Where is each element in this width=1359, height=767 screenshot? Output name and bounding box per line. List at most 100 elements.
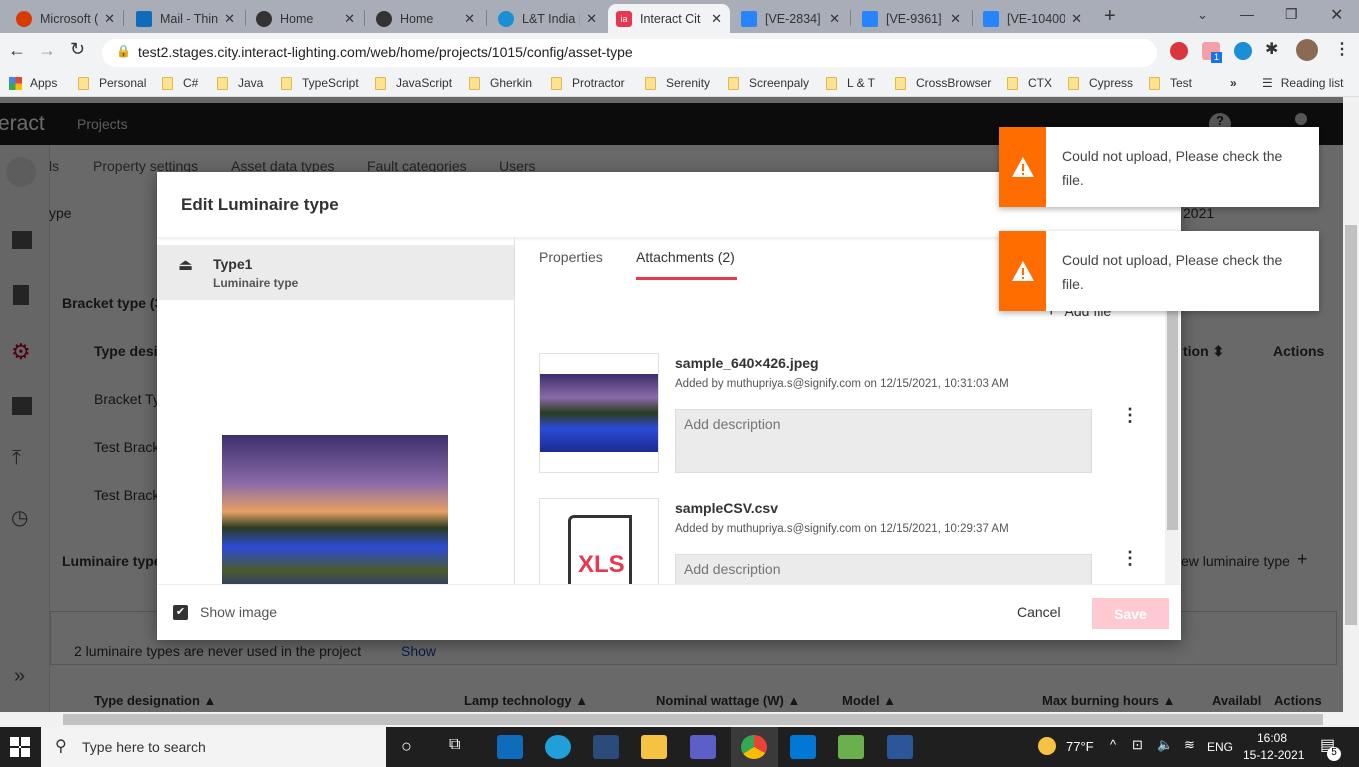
column-header[interactable]: Nominal wattage (W) ▲ — [656, 693, 842, 708]
bookmark-folder[interactable]: Gherkin — [469, 76, 532, 90]
show-image-checkbox[interactable]: ✔ — [173, 605, 188, 620]
new-luminaire-button[interactable]: ew luminaire type — [1181, 553, 1290, 569]
scrollbar-thumb[interactable] — [1167, 300, 1178, 530]
description-input[interactable] — [675, 409, 1092, 473]
upload-icon[interactable]: ⤒ — [12, 447, 21, 470]
bookmark-folder[interactable]: JavaScript — [375, 76, 452, 90]
expand-sidebar-icon[interactable]: » — [14, 665, 25, 688]
gauge-icon[interactable]: ◷ — [11, 505, 28, 530]
network-icon[interactable]: ⊡ — [1132, 737, 1143, 753]
attachment-thumbnail[interactable] — [539, 353, 659, 473]
nav-projects[interactable]: Projects — [77, 116, 128, 132]
clock-date[interactable]: 15-12-2021 — [1243, 748, 1304, 762]
close-tab-icon[interactable]: ✕ — [1071, 11, 1082, 27]
teams-icon[interactable] — [690, 735, 716, 759]
chrome-icon[interactable] — [741, 735, 767, 759]
browser-tab[interactable]: [VE-9361] / ✕ — [854, 4, 969, 33]
close-tab-icon[interactable]: ✕ — [224, 11, 235, 27]
bookmark-folder[interactable]: Personal — [78, 76, 146, 90]
tab-attachments[interactable]: Attachments (2) — [636, 249, 735, 265]
column-header[interactable]: Model ▲ — [842, 693, 1042, 708]
show-image-label[interactable]: Show image — [200, 604, 277, 620]
bookmark-folder[interactable]: Serenity — [645, 76, 710, 90]
close-tab-icon[interactable]: ✕ — [586, 11, 597, 27]
windows-start-icon[interactable] — [10, 737, 30, 757]
column-header[interactable]: Lamp technology ▲ — [464, 693, 656, 708]
calendar-icon[interactable] — [12, 397, 32, 415]
browser-tab[interactable]: Microsoft (✕ — [8, 4, 123, 33]
outlook-icon[interactable] — [497, 735, 523, 759]
restore-button[interactable]: ❐ — [1285, 6, 1298, 23]
save-button[interactable]: Save — [1092, 598, 1169, 629]
close-window-button[interactable]: ✕ — [1330, 5, 1343, 25]
close-tab-icon[interactable]: ✕ — [464, 11, 475, 27]
error-toast[interactable]: Could not upload, Please check the file. — [999, 127, 1319, 207]
attachments-scrollbar[interactable] — [1165, 300, 1180, 584]
attachment-menu-icon[interactable]: ⋮ — [1121, 405, 1139, 426]
forward-icon[interactable]: → — [38, 40, 56, 61]
url-bar[interactable]: 🔒 test2.stages.city.interact-lighting.com… — [102, 39, 1157, 67]
scrollbar-thumb[interactable] — [63, 714, 1323, 725]
wifi-icon[interactable]: ≋ — [1184, 737, 1195, 753]
cortana-icon[interactable]: ○ — [401, 736, 412, 757]
bookmark-folder[interactable]: Test — [1149, 76, 1192, 90]
user-icon[interactable] — [1295, 113, 1307, 125]
browser-tab[interactable]: Home ✕ — [368, 4, 483, 33]
menu-icon[interactable]: ⋮ — [1334, 39, 1350, 59]
file-explorer-icon[interactable] — [641, 735, 667, 759]
luminaire-item[interactable]: ⏏ Type1 Luminaire type — [157, 245, 514, 300]
bookmark-folder[interactable]: CTX — [1007, 76, 1052, 90]
error-toast[interactable]: Could not upload, Please check the file. — [999, 231, 1319, 311]
edge-icon[interactable] — [545, 735, 571, 759]
browser-tab[interactable]: [VE-10400] ✕ — [975, 4, 1090, 33]
column-header[interactable]: Availabl — [1212, 693, 1274, 708]
extension-icon[interactable] — [1234, 42, 1252, 60]
scrollbar-thumb[interactable] — [1345, 225, 1357, 625]
tab-properties[interactable]: Properties — [539, 249, 603, 265]
bookmark-folder[interactable]: L & T — [826, 76, 875, 90]
browser-tab[interactable]: L&T India | ✕ — [490, 4, 605, 33]
bookmark-apps[interactable]: Apps — [9, 76, 57, 90]
back-icon[interactable]: ← — [8, 40, 26, 61]
reading-list[interactable]: ☰ Reading list — [1262, 76, 1343, 90]
weather-temp[interactable]: 77°F — [1066, 739, 1094, 754]
plus-icon[interactable]: + — [1297, 549, 1308, 570]
settings-gear-icon[interactable]: ⚙ — [11, 339, 31, 365]
bookmark-folder[interactable]: CrossBrowser — [895, 76, 991, 90]
new-tab-button[interactable]: + — [1104, 5, 1116, 28]
close-tab-icon[interactable]: ✕ — [344, 11, 355, 27]
page-vertical-scrollbar[interactable] — [1343, 97, 1359, 712]
config-tab[interactable]: ls — [49, 158, 59, 174]
browser-tab-active[interactable]: ia Interact Cit ✕ — [608, 4, 730, 33]
bookmark-folder[interactable]: Java — [217, 76, 263, 90]
reload-icon[interactable]: ↻ — [70, 39, 85, 60]
dashboard-icon[interactable] — [12, 231, 32, 249]
extension-icon[interactable] — [1170, 42, 1188, 60]
tray-chevron-icon[interactable]: ^ — [1110, 737, 1116, 752]
bookmark-folder[interactable]: C# — [162, 76, 198, 90]
document-icon[interactable] — [13, 285, 29, 305]
clock-time[interactable]: 16:08 — [1257, 731, 1287, 745]
cancel-button[interactable]: Cancel — [1017, 604, 1061, 620]
bookmark-folder[interactable]: Cypress — [1068, 76, 1133, 90]
description-input[interactable] — [675, 554, 1092, 584]
column-header[interactable]: Type designation ▲ — [94, 693, 464, 708]
column-header[interactable]: Max burning hours ▲ — [1042, 693, 1212, 708]
browser-tab[interactable]: Home ✕ — [248, 4, 363, 33]
browser-tab[interactable]: Mail - Thin ✕ — [128, 4, 243, 33]
bookmark-folder[interactable]: Protractor — [551, 76, 625, 90]
avatar[interactable] — [1296, 39, 1318, 61]
close-tab-icon[interactable]: ✕ — [950, 11, 961, 27]
ssms-icon[interactable] — [593, 735, 619, 759]
puzzle-icon[interactable]: ✱ — [1265, 39, 1278, 59]
notepad-plus-icon[interactable] — [838, 735, 864, 759]
weather-icon[interactable] — [1038, 737, 1056, 755]
task-view-icon[interactable]: ⧉ — [449, 736, 460, 754]
browser-tab[interactable]: [VE-2834] / ✕ — [733, 4, 848, 33]
show-link[interactable]: Show — [401, 643, 436, 659]
bookmark-folder[interactable]: Screenpaly — [728, 76, 809, 90]
close-tab-icon[interactable]: ✕ — [829, 11, 840, 27]
close-tab-icon[interactable]: ✕ — [711, 11, 722, 27]
word-icon[interactable] — [887, 735, 913, 759]
minimize-button[interactable]: — — [1240, 6, 1254, 22]
